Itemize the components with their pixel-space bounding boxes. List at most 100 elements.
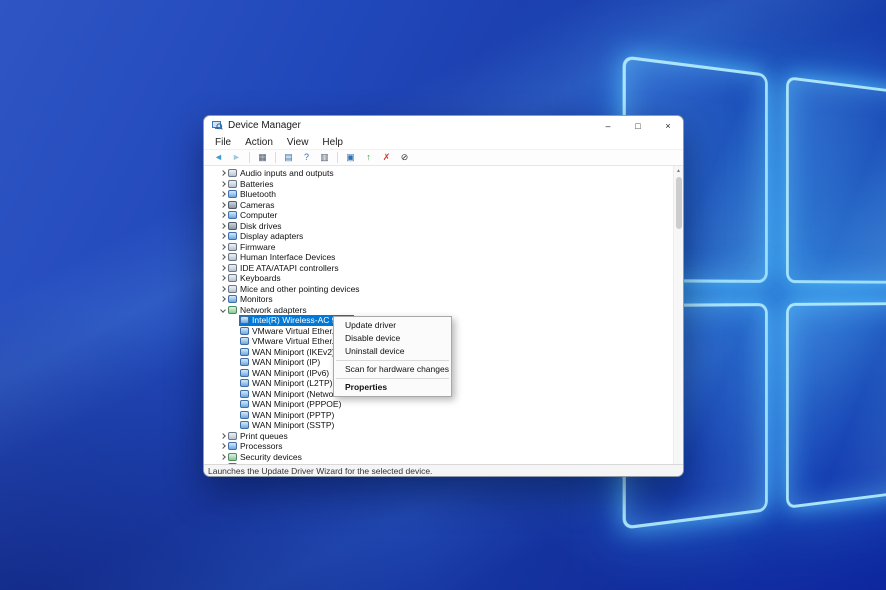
- tree-item-label: Monitors: [240, 294, 273, 304]
- tree-item-label: WAN Miniport (IKEv2): [252, 347, 335, 357]
- chevron-right-icon[interactable]: [218, 455, 227, 459]
- tree-item-label: Software components: [240, 462, 322, 464]
- minimize-button[interactable]: –: [593, 116, 623, 135]
- scrollbar-up-icon[interactable]: ▲: [674, 166, 683, 175]
- context-menu-item-disable-device[interactable]: Disable device: [334, 332, 451, 345]
- tree-item-wan-miniport-pppoe[interactable]: WAN Miniport (PPPOE): [204, 399, 673, 410]
- tree-item-firmware[interactable]: Firmware: [204, 242, 673, 253]
- device-tree-panel: Audio inputs and outputsBatteriesBluetoo…: [204, 166, 683, 464]
- keyboard-icon: [228, 274, 237, 282]
- tree-item-human-interface-devices[interactable]: Human Interface Devices: [204, 252, 673, 263]
- tree-item-network-adapters[interactable]: Network adapters: [204, 305, 673, 316]
- context-menu-item-uninstall-device[interactable]: Uninstall device: [334, 345, 451, 358]
- chevron-right-icon[interactable]: [218, 255, 227, 259]
- tree-item-label: WAN Miniport (IPv6): [252, 368, 329, 378]
- menu-help[interactable]: Help: [315, 137, 350, 148]
- toolbar-separator: [275, 152, 276, 163]
- tree-item-content: WAN Miniport (SSTP): [239, 420, 337, 431]
- tree-item-ide-ata-atapi-controllers[interactable]: IDE ATA/ATAPI controllers: [204, 263, 673, 274]
- tree-item-label: Batteries: [240, 179, 274, 189]
- tree-item-label: Keyboards: [240, 273, 281, 283]
- chevron-right-icon[interactable]: [218, 192, 227, 196]
- chevron-right-icon[interactable]: [218, 434, 227, 438]
- close-button[interactable]: ×: [653, 116, 683, 135]
- hid-device-icon: [228, 253, 237, 261]
- tree-item-wan-miniport-pptp[interactable]: WAN Miniport (PPTP): [204, 410, 673, 421]
- tree-item-software-components[interactable]: Software components: [204, 462, 673, 464]
- windows-logo-pane-bottom-right: [786, 302, 886, 509]
- chevron-right-icon[interactable]: [218, 444, 227, 448]
- tree-item-disk-drives[interactable]: Disk drives: [204, 221, 673, 232]
- scrollbar-thumb[interactable]: [676, 177, 682, 229]
- context-menu-item-properties[interactable]: Properties: [334, 381, 451, 394]
- tree-item-content: WAN Miniport (IPv6): [239, 368, 332, 379]
- help-button[interactable]: ?: [298, 150, 315, 165]
- tree-item-security-devices[interactable]: Security devices: [204, 452, 673, 463]
- title-bar[interactable]: Device Manager –□×: [204, 116, 683, 135]
- software-component-icon: [228, 463, 237, 464]
- tree-item-content: Display adapters: [227, 231, 306, 242]
- chevron-right-icon[interactable]: [218, 234, 227, 238]
- tree-item-bluetooth[interactable]: Bluetooth: [204, 189, 673, 200]
- desktop: Device Manager –□× FileActionViewHelp ◄ ►…: [0, 0, 886, 590]
- tree-item-batteries[interactable]: Batteries: [204, 179, 673, 190]
- menu-file[interactable]: File: [208, 137, 238, 148]
- back-button[interactable]: ◄: [210, 150, 227, 165]
- tree-item-wan-miniport-sstp[interactable]: WAN Miniport (SSTP): [204, 420, 673, 431]
- tree-item-audio-inputs-and-outputs[interactable]: Audio inputs and outputs: [204, 168, 673, 179]
- forward-icon: ►: [232, 153, 241, 162]
- tree-item-mice-and-other-pointing-devices[interactable]: Mice and other pointing devices: [204, 284, 673, 295]
- disable-device-button[interactable]: ⊘: [396, 150, 413, 165]
- tree-item-print-queues[interactable]: Print queues: [204, 431, 673, 442]
- network-adapter-icon: [240, 421, 249, 429]
- chevron-right-icon[interactable]: [218, 266, 227, 270]
- print-button[interactable]: ▥: [316, 150, 333, 165]
- tree-item-cameras[interactable]: Cameras: [204, 200, 673, 211]
- chevron-right-icon[interactable]: [218, 182, 227, 186]
- tree-item-content: VMware Virtual Ether...: [239, 326, 342, 337]
- context-menu-item-scan-for-hardware-changes[interactable]: Scan for hardware changes: [334, 363, 451, 376]
- processor-icon: [228, 442, 237, 450]
- tree-item-content: Disk drives: [227, 221, 285, 232]
- properties-button[interactable]: ▤: [280, 150, 297, 165]
- network-adapter-icon: [240, 379, 249, 387]
- chevron-right-icon[interactable]: [218, 287, 227, 291]
- tree-item-content: Security devices: [227, 452, 305, 463]
- tree-item-content: Network adapters: [227, 305, 310, 316]
- tree-item-computer[interactable]: Computer: [204, 210, 673, 221]
- tree-item-processors[interactable]: Processors: [204, 441, 673, 452]
- chevron-right-icon[interactable]: [218, 203, 227, 207]
- menu-action[interactable]: Action: [238, 137, 280, 148]
- tree-item-content: Firmware: [227, 242, 278, 253]
- tree-item-keyboards[interactable]: Keyboards: [204, 273, 673, 284]
- context-menu-item-update-driver[interactable]: Update driver: [334, 319, 451, 332]
- forward-button[interactable]: ►: [228, 150, 245, 165]
- device-manager-icon: [211, 120, 223, 132]
- tree-item-content: Processors: [227, 441, 286, 452]
- chevron-right-icon[interactable]: [218, 276, 227, 280]
- uninstall-device-button[interactable]: ✗: [378, 150, 395, 165]
- update-driver-button[interactable]: ↑: [360, 150, 377, 165]
- toolbar-separator: [249, 152, 250, 163]
- display-adapter-icon: [228, 232, 237, 240]
- chevron-right-icon[interactable]: [218, 297, 227, 301]
- tree-item-label: Network adapters: [240, 305, 307, 315]
- tree-item-label: WAN Miniport (IP): [252, 357, 320, 367]
- maximize-button[interactable]: □: [623, 116, 653, 135]
- tree-item-monitors[interactable]: Monitors: [204, 294, 673, 305]
- ide-controller-icon: [228, 264, 237, 272]
- scan-hardware-button[interactable]: ▣: [342, 150, 359, 165]
- tree-item-label: Human Interface Devices: [240, 252, 335, 262]
- tree-item-display-adapters[interactable]: Display adapters: [204, 231, 673, 242]
- menu-view[interactable]: View: [280, 137, 316, 148]
- tree-scrollbar[interactable]: ▲: [673, 166, 683, 464]
- tree-item-label: Display adapters: [240, 231, 303, 241]
- chevron-down-icon[interactable]: [218, 308, 227, 312]
- console-tree-button[interactable]: ▦: [254, 150, 271, 165]
- chevron-right-icon[interactable]: [218, 213, 227, 217]
- chevron-right-icon[interactable]: [218, 171, 227, 175]
- chevron-right-icon[interactable]: [218, 245, 227, 249]
- chevron-right-icon[interactable]: [218, 224, 227, 228]
- network-adapter-icon: [240, 400, 249, 408]
- tree-item-label: Computer: [240, 210, 277, 220]
